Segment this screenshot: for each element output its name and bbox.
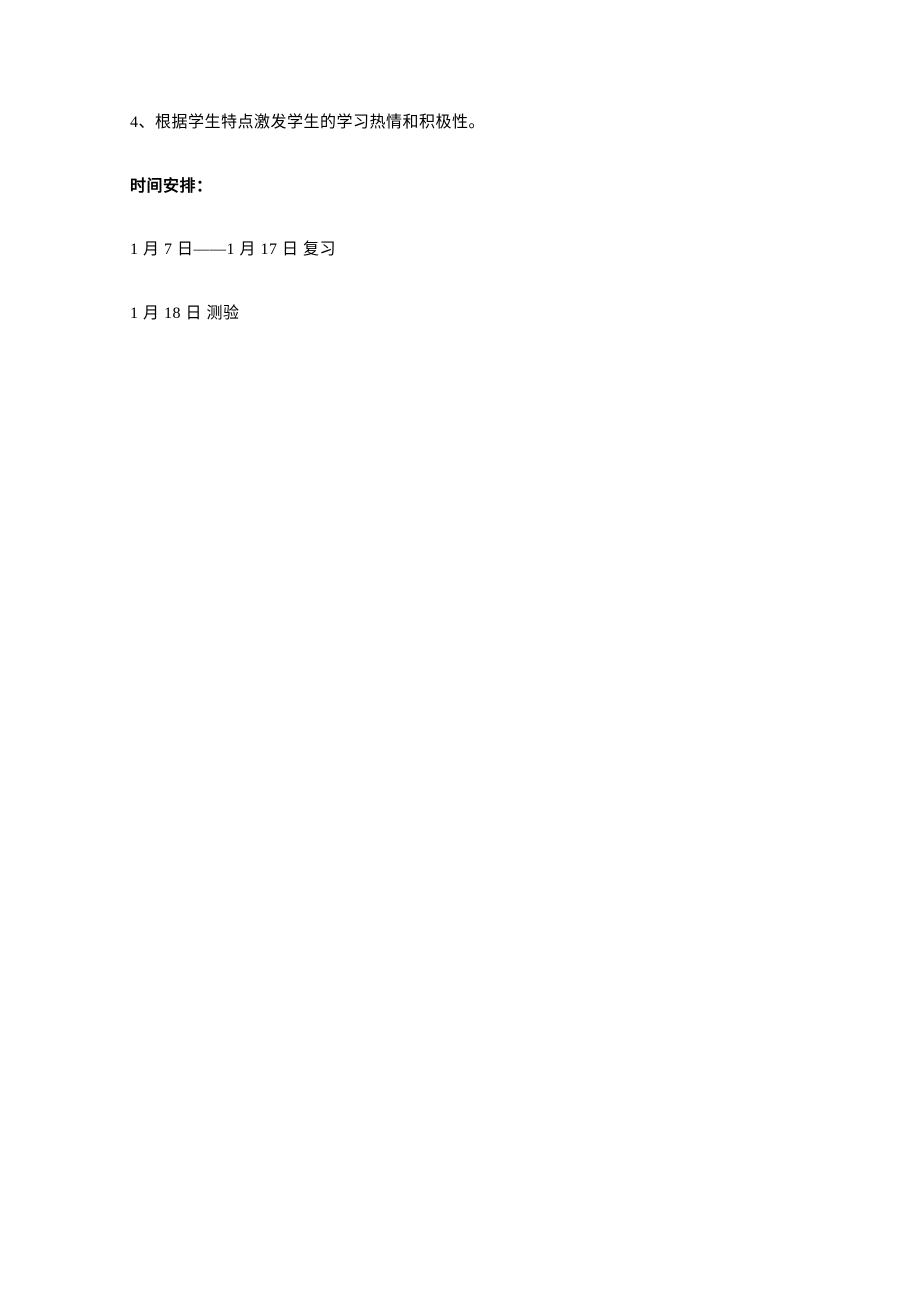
schedule-item-review: 1 月 7 日——1 月 17 日 复习: [130, 237, 790, 263]
body-text-line-1: 4、根据学生特点激发学生的学习热情和积极性。: [130, 110, 790, 136]
schedule-item-test: 1 月 18 日 测验: [130, 301, 790, 327]
section-heading-schedule: 时间安排：: [130, 174, 790, 200]
